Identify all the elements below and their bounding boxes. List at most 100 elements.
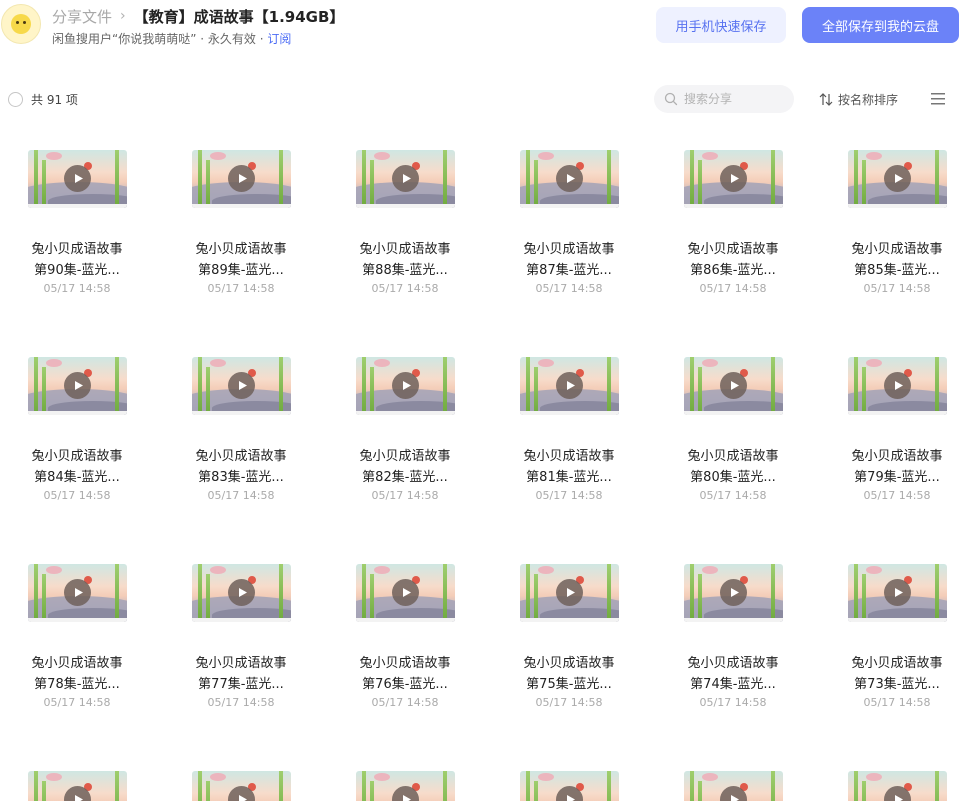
file-name-line2: 第81集-蓝光... [526, 470, 612, 485]
play-icon [720, 165, 747, 192]
file-name-line1: 兔小贝成语故事 [195, 656, 287, 671]
file-toolbar: 共 91 项 按名称排序 [0, 84, 959, 114]
play-icon [720, 372, 747, 399]
file-item[interactable]: 兔小贝成语故事 第87集-蓝光... 05/17 14:58 [512, 140, 652, 320]
file-name-line1: 兔小贝成语故事 [523, 449, 615, 464]
video-thumbnail [520, 771, 619, 801]
file-name-line1: 兔小贝成语故事 [31, 656, 123, 671]
file-date: 05/17 14:58 [371, 282, 439, 295]
play-icon [392, 372, 419, 399]
video-thumbnail [28, 771, 127, 801]
video-thumbnail [684, 150, 783, 208]
play-icon [64, 165, 91, 192]
file-name-line1: 兔小贝成语故事 [31, 242, 123, 257]
file-item-partial[interactable] [512, 761, 652, 801]
play-icon [64, 579, 91, 606]
file-item[interactable]: 兔小贝成语故事 第90集-蓝光... 05/17 14:58 [20, 140, 160, 320]
file-item[interactable]: 兔小贝成语故事 第77集-蓝光... 05/17 14:58 [184, 554, 324, 734]
breadcrumb-root-link[interactable]: 分享文件 [52, 6, 112, 27]
file-date: 05/17 14:58 [535, 696, 603, 709]
file-item[interactable]: 兔小贝成语故事 第85集-蓝光... 05/17 14:58 [840, 140, 959, 320]
file-item[interactable]: 兔小贝成语故事 第86集-蓝光... 05/17 14:58 [676, 140, 816, 320]
video-thumbnail [192, 564, 291, 622]
save-all-button[interactable]: 全部保存到我的云盘 [802, 7, 959, 43]
file-date: 05/17 14:58 [43, 489, 111, 502]
file-item[interactable]: 兔小贝成语故事 第82集-蓝光... 05/17 14:58 [348, 347, 488, 527]
file-name-line2: 第86集-蓝光... [690, 263, 776, 278]
file-name-line2: 第89集-蓝光... [198, 263, 284, 278]
video-thumbnail [28, 150, 127, 208]
video-thumbnail [848, 150, 947, 208]
list-view-icon[interactable] [930, 92, 946, 106]
file-date: 05/17 14:58 [863, 282, 931, 295]
file-name-line1: 兔小贝成语故事 [687, 449, 779, 464]
file-name-line1: 兔小贝成语故事 [523, 242, 615, 257]
file-date: 05/17 14:58 [535, 489, 603, 502]
file-item[interactable]: 兔小贝成语故事 第74集-蓝光... 05/17 14:58 [676, 554, 816, 734]
select-all-checkbox[interactable] [8, 92, 23, 107]
sort-icon [819, 93, 833, 106]
file-item-partial[interactable] [840, 761, 959, 801]
file-name-line1: 兔小贝成语故事 [687, 242, 779, 257]
play-icon [228, 372, 255, 399]
video-thumbnail [28, 357, 127, 415]
file-date: 05/17 14:58 [699, 489, 767, 502]
file-name-line2: 第76集-蓝光... [362, 677, 448, 692]
file-name-line2: 第80集-蓝光... [690, 470, 776, 485]
avatar[interactable] [1, 4, 41, 44]
file-item[interactable]: 兔小贝成语故事 第81集-蓝光... 05/17 14:58 [512, 347, 652, 527]
file-item[interactable]: 兔小贝成语故事 第89集-蓝光... 05/17 14:58 [184, 140, 324, 320]
play-icon [228, 165, 255, 192]
file-item[interactable]: 兔小贝成语故事 第80集-蓝光... 05/17 14:58 [676, 347, 816, 527]
play-icon [884, 579, 911, 606]
file-item[interactable]: 兔小贝成语故事 第75集-蓝光... 05/17 14:58 [512, 554, 652, 734]
file-item[interactable]: 兔小贝成语故事 第88集-蓝光... 05/17 14:58 [348, 140, 488, 320]
file-name-line2: 第83集-蓝光... [198, 470, 284, 485]
subscribe-link[interactable]: 订阅 [267, 32, 291, 46]
file-date: 05/17 14:58 [863, 489, 931, 502]
file-item-partial[interactable] [676, 761, 816, 801]
file-date: 05/17 14:58 [207, 489, 275, 502]
share-header: 分享文件 › 【教育】成语故事【1.94GB】 闲鱼搜用户“你说我萌萌哒” · … [0, 0, 959, 60]
quick-save-button[interactable]: 用手机快速保存 [656, 7, 786, 43]
play-icon [556, 579, 583, 606]
sort-button[interactable]: 按名称排序 [819, 91, 898, 108]
play-icon [884, 165, 911, 192]
file-name-line2: 第77集-蓝光... [198, 677, 284, 692]
sort-label: 按名称排序 [838, 93, 899, 107]
file-item-partial[interactable] [184, 761, 324, 801]
video-thumbnail [520, 564, 619, 622]
video-thumbnail [28, 564, 127, 622]
file-item[interactable]: 兔小贝成语故事 第76集-蓝光... 05/17 14:58 [348, 554, 488, 734]
page-title: 【教育】成语故事【1.94GB】 [133, 7, 345, 26]
play-icon [392, 165, 419, 192]
file-name-line1: 兔小贝成语故事 [359, 656, 451, 671]
file-item-partial[interactable] [348, 761, 488, 801]
file-item[interactable]: 兔小贝成语故事 第83集-蓝光... 05/17 14:58 [184, 347, 324, 527]
file-name-line2: 第75集-蓝光... [526, 677, 612, 692]
file-name-line1: 兔小贝成语故事 [523, 656, 615, 671]
file-item[interactable]: 兔小贝成语故事 第84集-蓝光... 05/17 14:58 [20, 347, 160, 527]
item-count: 共 91 项 [31, 93, 78, 107]
file-name-line1: 兔小贝成语故事 [359, 449, 451, 464]
search-box[interactable] [654, 85, 794, 113]
play-icon [392, 579, 419, 606]
file-name-line2: 第74集-蓝光... [690, 677, 776, 692]
sharer-text: 闲鱼搜用户“你说我萌萌哒” · 永久有效 · [52, 32, 268, 46]
video-thumbnail [848, 564, 947, 622]
file-item-partial[interactable] [20, 761, 160, 801]
video-thumbnail [684, 357, 783, 415]
chick-icon [11, 14, 31, 34]
file-name-line1: 兔小贝成语故事 [359, 242, 451, 257]
file-name-line2: 第78集-蓝光... [34, 677, 120, 692]
file-item[interactable]: 兔小贝成语故事 第78集-蓝光... 05/17 14:58 [20, 554, 160, 734]
file-name-line1: 兔小贝成语故事 [195, 449, 287, 464]
search-input[interactable] [684, 92, 784, 106]
file-date: 05/17 14:58 [371, 489, 439, 502]
video-thumbnail [848, 357, 947, 415]
breadcrumb: 分享文件 › 【教育】成语故事【1.94GB】 [52, 6, 344, 26]
file-item[interactable]: 兔小贝成语故事 第79集-蓝光... 05/17 14:58 [840, 347, 959, 527]
file-date: 05/17 14:58 [43, 282, 111, 295]
file-item[interactable]: 兔小贝成语故事 第73集-蓝光... 05/17 14:58 [840, 554, 959, 734]
video-thumbnail [192, 150, 291, 208]
